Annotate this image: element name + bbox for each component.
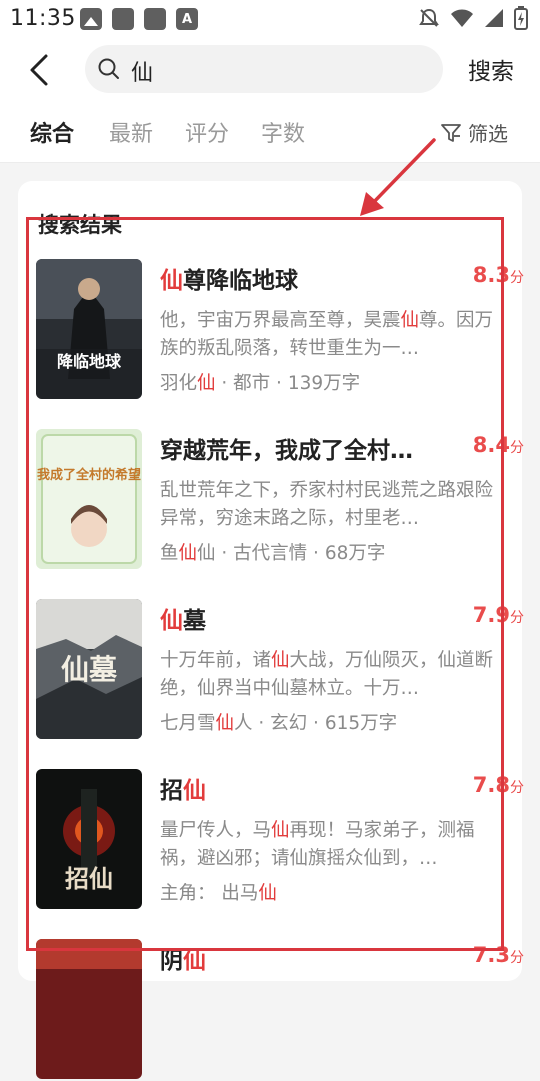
battery-charging-icon [514, 6, 528, 30]
search-input[interactable]: 仙 [85, 45, 443, 93]
book-cover [36, 939, 142, 1079]
tab-rating[interactable]: 评分 [185, 116, 229, 148]
app-icon [112, 8, 134, 30]
search-query: 仙 [131, 61, 154, 86]
system-icons [418, 6, 528, 30]
search-button[interactable]: 搜索 [468, 52, 514, 86]
tab-latest[interactable]: 最新 [109, 116, 153, 148]
back-button[interactable] [22, 50, 62, 90]
header-divider [0, 162, 540, 163]
sort-tabs: 综合 最新 评分 字数 筛选 [0, 116, 540, 162]
image-icon [80, 8, 102, 30]
keyboard-a-icon: A [176, 8, 198, 30]
status-bar: 11:35 A [0, 0, 540, 36]
annotation-highlight-box [26, 217, 504, 951]
filter-button[interactable]: 筛选 [440, 118, 508, 147]
notification-icons: A [80, 8, 198, 30]
filter-icon [441, 123, 461, 142]
annotation-arrow-icon [360, 138, 436, 216]
search-header: 仙 搜索 综合 最新 评分 字数 筛选 [0, 36, 540, 162]
app-icon [144, 8, 166, 30]
tab-word-count[interactable]: 字数 [261, 116, 305, 148]
filter-label: 筛选 [468, 122, 508, 146]
book-item[interactable]: 阴仙 7.3分 [36, 939, 524, 1081]
wifi-icon [451, 9, 473, 27]
mute-icon [419, 8, 439, 27]
search-icon [98, 58, 119, 79]
tab-comprehensive[interactable]: 综合 [30, 116, 74, 148]
signal-icon [485, 9, 503, 27]
status-time: 11:35 [10, 6, 76, 31]
